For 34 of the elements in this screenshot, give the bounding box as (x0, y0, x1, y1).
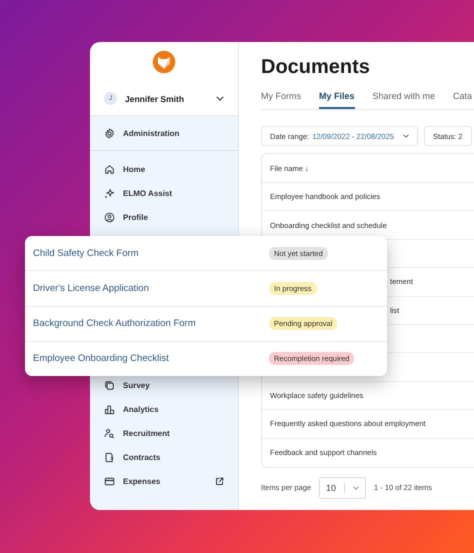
bar-chart-icon (104, 404, 115, 414)
sidebar-item[interactable]: Contracts (90, 445, 238, 469)
tab[interactable]: Cata (453, 91, 472, 109)
sparkle-icon (104, 188, 115, 198)
form-link[interactable]: Driver's License Application (33, 282, 269, 294)
sidebar-item[interactable]: Administration (90, 121, 194, 145)
form-link[interactable]: Child Safety Check Form (33, 248, 269, 259)
person-search-icon (104, 428, 115, 438)
document-icon (104, 452, 115, 462)
chevron-down-icon (353, 486, 360, 490)
sidebar-item[interactable]: ELMO Assist (90, 181, 238, 205)
copy-icon (104, 380, 115, 390)
tab[interactable]: Shared with me (372, 91, 436, 109)
chevron-down-icon (402, 134, 409, 138)
sidebar-item[interactable]: Recruitment (90, 421, 238, 445)
credit-card-icon (104, 476, 115, 486)
fox-logo (152, 50, 176, 74)
settings-icon (104, 128, 115, 138)
sidebar-item[interactable]: Expenses (90, 469, 238, 493)
form-link[interactable]: Background Check Authorization Form (33, 318, 269, 330)
sidebar-item[interactable]: Profile (90, 205, 238, 229)
form-link[interactable]: Employee Onboarding Checklist (33, 353, 269, 364)
sidebar-item[interactable]: Home (90, 157, 238, 181)
tab[interactable]: My Forms (261, 91, 301, 109)
home-icon (104, 164, 115, 174)
page-title: Documents (261, 56, 371, 79)
sidebar-item[interactable]: Survey (90, 373, 238, 397)
profile-icon (104, 212, 115, 222)
sidebar-item[interactable]: Analytics (90, 397, 238, 421)
chevron-down-icon[interactable] (216, 96, 224, 101)
user-name[interactable]: Jennifer Smith (125, 94, 208, 104)
items-per-page-select[interactable]: 10 (319, 476, 366, 499)
external-link-icon[interactable] (215, 476, 224, 486)
tab[interactable]: My Files (319, 91, 355, 109)
